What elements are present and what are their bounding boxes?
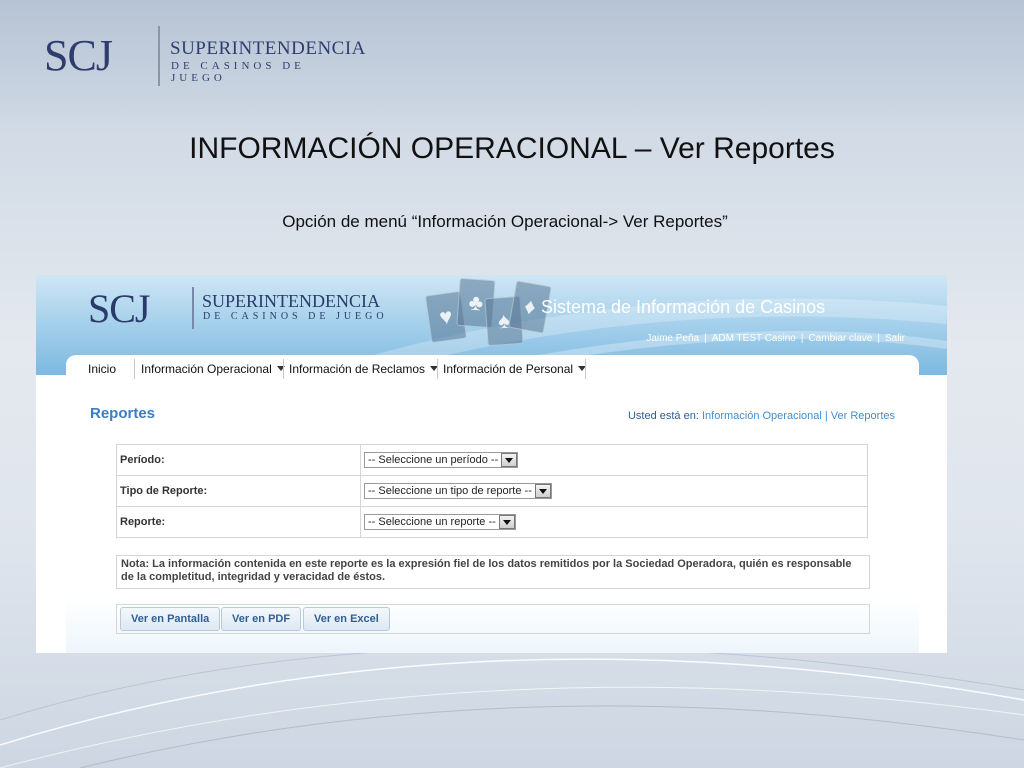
reporte-label: Reporte: bbox=[116, 506, 361, 538]
nav-item-inicio-label: Inicio bbox=[88, 362, 117, 376]
reporte-select-value: -- Seleccione un reporte -- bbox=[368, 516, 496, 528]
slide-title: INFORMACIÓN OPERACIONAL – Ver Reportes bbox=[189, 132, 835, 165]
breadcrumb-prefix: Usted está en: bbox=[627, 410, 699, 422]
periodo-label: Período: bbox=[116, 444, 361, 476]
form-row-reporte: Reporte: -- Seleccione un reporte -- bbox=[116, 506, 868, 538]
app-screenshot: SCJ SUPERINTENDENCIA DE CASINOS DE JUEGO… bbox=[36, 275, 947, 653]
nav-item-reclamos-label: Información de Reclamos bbox=[289, 362, 426, 376]
nav-item-reclamos[interactable]: Información de Reclamos bbox=[289, 355, 439, 379]
user-links: Jaime Peña | ADM TEST Casino | Cambiar clave… bbox=[646, 333, 905, 344]
change-password-link[interactable]: Cambiar clave bbox=[808, 333, 872, 344]
select-arrow-icon[interactable] bbox=[534, 484, 551, 498]
nav-divider bbox=[437, 359, 438, 379]
button-bar: Ver en Pantalla Ver en PDF Ver en Excel bbox=[116, 604, 870, 634]
slide-logo-line2: DE CASINOS DE JUEGO bbox=[171, 60, 305, 84]
page-title: Reportes bbox=[90, 405, 156, 422]
nav-item-operacional[interactable]: Información Operacional bbox=[141, 355, 285, 379]
slide-subtitle: Opción de menú “Información Operacional-… bbox=[282, 212, 728, 231]
app-logo-line1: SUPERINTENDENCIA bbox=[202, 291, 380, 311]
view-screen-button[interactable]: Ver en Pantalla bbox=[120, 607, 221, 631]
nav-divider bbox=[134, 359, 135, 379]
tipo-reporte-select[interactable]: -- Seleccione un tipo de reporte -- bbox=[364, 483, 552, 499]
nav-item-inicio[interactable]: Inicio bbox=[88, 355, 116, 379]
nav-divider bbox=[283, 359, 284, 379]
form-row-tipo: Tipo de Reporte: -- Seleccione un tipo d… bbox=[116, 475, 868, 507]
casino-link[interactable]: ADM TEST Casino bbox=[712, 333, 796, 344]
tipo-reporte-label: Tipo de Reporte: bbox=[116, 475, 361, 507]
periodo-select[interactable]: -- Seleccione un período -- bbox=[364, 452, 519, 468]
tipo-reporte-select-value: -- Seleccione un tipo de reporte -- bbox=[368, 485, 532, 497]
cards-decoration-icon: ♥ ♣ ♠ ♦ bbox=[424, 277, 552, 347]
main-content: Reportes Usted está en: Información Oper… bbox=[66, 379, 919, 653]
breadcrumb: Usted está en: Información Operacional |… bbox=[628, 410, 895, 422]
app-logo[interactable]: SCJ SUPERINTENDENCIA DE CASINOS DE JUEGO bbox=[88, 285, 388, 331]
breadcrumb-page-link[interactable]: Ver Reportes bbox=[831, 410, 895, 422]
view-excel-button[interactable]: Ver en Excel bbox=[303, 607, 390, 631]
slide-logo-line1: SUPERINTENDENCIA bbox=[170, 38, 366, 59]
app-logo-line2: DE CASINOS DE JUEGO bbox=[203, 311, 388, 322]
nav-item-personal-label: Información de Personal bbox=[443, 362, 574, 376]
app-logo-divider bbox=[192, 287, 194, 329]
select-arrow-icon[interactable] bbox=[501, 453, 518, 467]
slide-logo-abbr: SCJ bbox=[44, 31, 113, 80]
main-nav: Inicio Información Operacional Informaci… bbox=[66, 355, 919, 379]
system-name: Sistema de Información de Casinos bbox=[541, 297, 826, 317]
nav-item-operacional-label: Información Operacional bbox=[141, 362, 272, 376]
logout-link[interactable]: Salir bbox=[885, 333, 905, 344]
view-pdf-button[interactable]: Ver en PDF bbox=[221, 607, 302, 631]
select-arrow-icon[interactable] bbox=[498, 515, 515, 529]
breadcrumb-section-link[interactable]: Información Operacional bbox=[702, 410, 822, 422]
nav-divider bbox=[585, 359, 586, 379]
periodo-select-value: -- Seleccione un período -- bbox=[368, 454, 499, 466]
app-logo-abbr: SCJ bbox=[88, 286, 150, 331]
user-name-link[interactable]: Jaime Peña bbox=[646, 333, 699, 344]
breadcrumb-separator: | bbox=[824, 410, 828, 422]
nav-item-personal[interactable]: Información de Personal bbox=[443, 355, 587, 379]
slide-logo: SCJ SUPERINTENDENCIA DE CASINOS DE JUEGO bbox=[44, 26, 365, 86]
slide-logo-divider bbox=[158, 26, 160, 86]
reporte-select[interactable]: -- Seleccione un reporte -- bbox=[364, 514, 516, 530]
disclaimer-note: Nota: La información contenida en este r… bbox=[116, 555, 870, 589]
report-filter-form: Período: -- Seleccione un período -- Tip… bbox=[116, 444, 868, 538]
form-row-periodo: Período: -- Seleccione un período -- bbox=[116, 444, 868, 476]
